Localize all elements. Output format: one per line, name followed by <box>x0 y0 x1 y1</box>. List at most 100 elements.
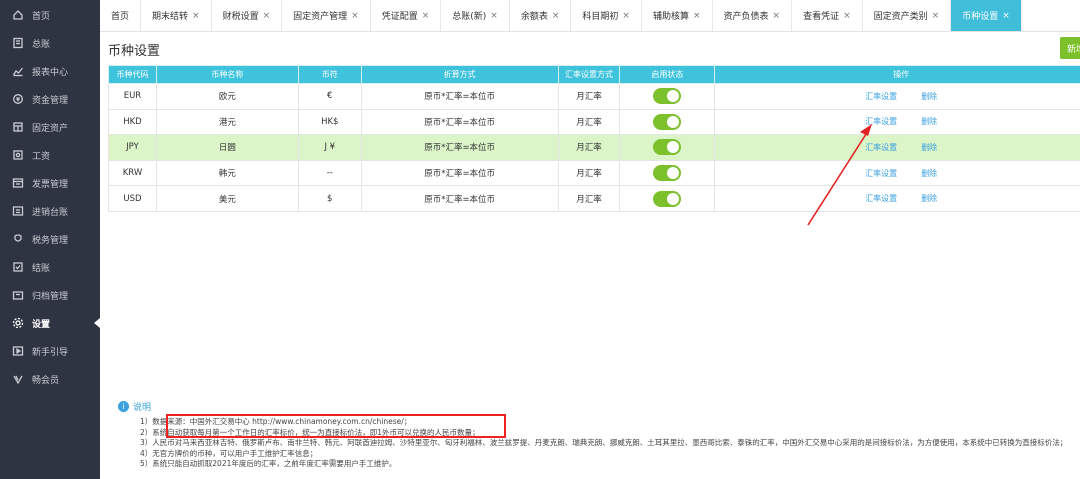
tab-9[interactable]: 资产负债表 × <box>713 0 793 31</box>
sidebar-item-salary[interactable]: 工资 <box>0 141 100 169</box>
cell-actions: 汇率设置 删除 <box>714 159 1080 187</box>
cell-rate-mode: 月汇率 <box>557 108 621 136</box>
delete-link[interactable]: 删除 <box>921 117 937 126</box>
delete-link[interactable]: 删除 <box>921 143 937 152</box>
notes-section: i 说明 1）数据来源：中国外汇交易中心 http://www.chinamon… <box>118 400 1080 470</box>
sidebar-item-label: 总账 <box>32 39 51 50</box>
tab-10[interactable]: 查看凭证 × <box>792 0 863 31</box>
table-row[interactable]: JPY 日圆 J ¥ 原币*汇率=本位币 月汇率 汇率设置 删除 <box>108 134 1080 161</box>
sidebar-item-close-books[interactable]: 结账 <box>0 253 100 281</box>
rate-setting-link[interactable]: 汇率设置 <box>865 92 897 101</box>
enabled-toggle[interactable] <box>653 165 682 182</box>
rate-setting-link[interactable]: 汇率设置 <box>865 169 897 178</box>
tab-7[interactable]: 科目期初 × <box>571 0 642 31</box>
tab-11[interactable]: 固定资产类别 × <box>863 0 952 31</box>
sidebar-item-tax[interactable]: 税务管理 <box>0 225 100 253</box>
tab-3[interactable]: 固定资产管理 × <box>282 0 371 31</box>
delete-link[interactable]: 删除 <box>921 169 937 178</box>
sidebar-item-home[interactable]: 首页 <box>0 1 100 29</box>
close-icon[interactable]: × <box>263 11 271 21</box>
tab-1[interactable]: 期末结转 × <box>141 0 212 31</box>
vip-icon <box>12 373 24 385</box>
notes-title: 说明 <box>133 403 152 413</box>
cell-code: JPY <box>108 134 157 161</box>
sidebar-item-archive[interactable]: 归档管理 <box>0 281 100 309</box>
table-row[interactable]: USD 美元 $ 原币*汇率=本位币 月汇率 汇率设置 删除 <box>108 185 1080 212</box>
cell-actions: 汇率设置 删除 <box>714 134 1080 161</box>
col-header-actions: 操作 <box>714 65 1080 84</box>
cell-rate-mode: 月汇率 <box>557 83 621 110</box>
sidebar-item-ledger[interactable]: 总账 <box>0 29 100 57</box>
asset-icon <box>12 121 24 133</box>
cell-name: 韩元 <box>155 159 299 187</box>
sidebar-item-label: 进销台账 <box>32 207 69 218</box>
enabled-toggle[interactable] <box>653 113 682 130</box>
tab-2[interactable]: 财税设置 × <box>212 0 283 31</box>
sidebar-item-vip[interactable]: 畅会员 <box>0 365 100 393</box>
cell-symbol: J ¥ <box>297 134 362 161</box>
rate-setting-link[interactable]: 汇率设置 <box>865 143 897 152</box>
tab-label: 总账(新) <box>452 12 487 22</box>
table-row[interactable]: KRW 韩元 -- 原币*汇率=本位币 月汇率 汇率设置 删除 <box>108 159 1080 187</box>
close-icon[interactable]: × <box>1002 11 1010 21</box>
cell-name: 美元 <box>155 185 299 212</box>
table-row[interactable]: EUR 欧元 € 原币*汇率=本位币 月汇率 汇率设置 删除 <box>108 83 1080 110</box>
cell-status <box>619 134 716 161</box>
cell-code: KRW <box>108 159 157 187</box>
tab-label: 凭证配置 <box>381 12 418 22</box>
close-icon[interactable]: × <box>192 11 200 21</box>
delete-link[interactable]: 删除 <box>921 194 937 203</box>
delete-link[interactable]: 删除 <box>921 92 937 101</box>
cell-actions: 汇率设置 删除 <box>714 185 1080 212</box>
table-row[interactable]: HKD 港元 HK$ 原币*汇率=本位币 月汇率 汇率设置 删除 <box>108 108 1080 136</box>
close-icon[interactable]: × <box>552 11 560 21</box>
sidebar-item-stock[interactable]: 进销台账 <box>0 197 100 225</box>
tab-label: 固定资产管理 <box>293 12 348 22</box>
close-icon[interactable]: × <box>773 11 781 21</box>
cell-actions: 汇率设置 删除 <box>714 83 1080 110</box>
close-icon[interactable]: × <box>693 11 701 21</box>
close-icon[interactable]: × <box>932 11 940 21</box>
close-icon[interactable]: × <box>843 11 851 21</box>
sidebar-item-settings[interactable]: 设置 <box>0 309 100 337</box>
tab-8[interactable]: 辅助核算 × <box>642 0 713 31</box>
note-item: 2）系统自动获取每月第一个工作日的汇率标价，统一为直接标价法，即1外币可以兑换的… <box>140 427 480 437</box>
sidebar-item-asset[interactable]: 固定资产 <box>0 113 100 141</box>
sidebar-item-report[interactable]: 报表中心 <box>0 57 100 85</box>
rate-setting-link[interactable]: 汇率设置 <box>865 194 897 203</box>
sidebar-item-label: 新手引导 <box>32 347 69 358</box>
tab-label: 科目期初 <box>582 12 619 22</box>
enabled-toggle[interactable] <box>653 88 682 105</box>
enabled-toggle[interactable] <box>653 139 682 156</box>
close-icon[interactable]: × <box>622 11 630 21</box>
tab-0[interactable]: 首页 <box>100 0 142 31</box>
note-item: 1）数据来源：中国外汇交易中心 http://www.chinamoney.co… <box>140 417 412 426</box>
sidebar-item-guide[interactable]: 新手引导 <box>0 337 100 365</box>
col-header-conversion: 折算方式 <box>360 65 559 84</box>
close-icon[interactable]: × <box>351 11 359 21</box>
tab-bar: 首页 期末结转 × 财税设置 × 固定资产管理 × 凭证配置 × 总账(新) × 余额表 × 科目期初 × 辅… <box>100 0 1080 32</box>
note-item: 5）系统只能自动抓取2021年度后的汇率，之前年度汇率需要用户手工维护。 <box>140 459 397 468</box>
tax-icon <box>12 233 24 245</box>
tab-label: 财税设置 <box>222 12 259 22</box>
rate-setting-link[interactable]: 汇率设置 <box>865 117 897 126</box>
sidebar-item-label: 报表中心 <box>32 67 69 78</box>
tab-5[interactable]: 总账(新) × <box>441 0 510 31</box>
enabled-toggle[interactable] <box>653 190 682 207</box>
tab-label: 首页 <box>111 12 130 22</box>
close-books-icon <box>12 261 24 273</box>
tab-6[interactable]: 余额表 × <box>510 0 572 31</box>
sidebar-item-label: 发票管理 <box>32 179 69 190</box>
sidebar-item-funds[interactable]: 资金管理 <box>0 85 100 113</box>
sidebar-item-label: 工资 <box>32 151 51 162</box>
notes-list: 1）数据来源：中国外汇交易中心 http://www.chinamoney.co… <box>118 417 1080 470</box>
close-icon[interactable]: × <box>422 11 430 21</box>
add-currency-button[interactable]: 新增 <box>1060 37 1080 59</box>
cell-conversion: 原币*汇率=本位币 <box>360 134 559 161</box>
close-icon[interactable]: × <box>490 11 498 21</box>
cell-rate-mode: 月汇率 <box>557 159 621 187</box>
sidebar-item-invoice[interactable]: 发票管理 <box>0 169 100 197</box>
sidebar-item-label: 资金管理 <box>32 95 69 106</box>
tab-12[interactable]: 币种设置 × <box>951 0 1022 31</box>
tab-4[interactable]: 凭证配置 × <box>371 0 442 31</box>
